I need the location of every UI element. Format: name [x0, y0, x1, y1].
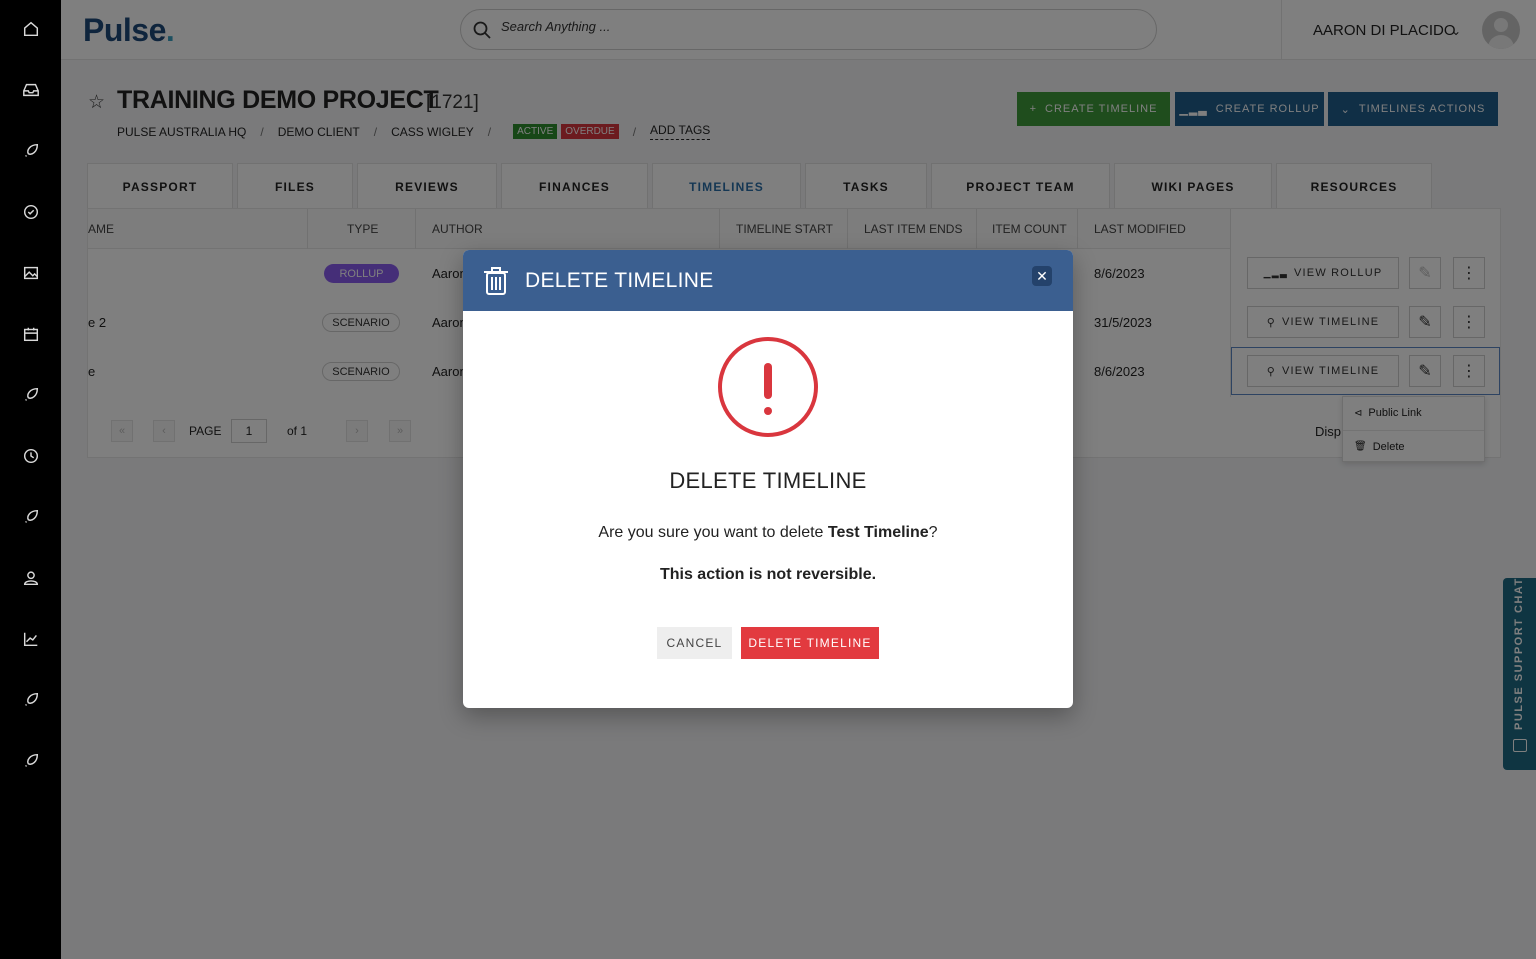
cancel-button[interactable]: CANCEL: [657, 627, 732, 659]
timeline-name: Test Timeline: [827, 524, 929, 541]
dialog-warning: This action is not reversible.: [659, 566, 877, 583]
dialog-title: DELETE TIMELINE: [525, 269, 714, 292]
delete-timeline-dialog: DELETE TIMELINE ✕ DELETE TIMELINE Are yo…: [463, 250, 1073, 708]
dialog-heading: DELETE TIMELINE: [669, 468, 867, 493]
rocket-icon[interactable]: [20, 750, 42, 772]
left-sidebar: [0, 0, 61, 959]
user-icon[interactable]: [20, 567, 42, 589]
image-icon[interactable]: [20, 262, 42, 284]
dialog-header: DELETE TIMELINE ✕: [463, 250, 1073, 311]
close-icon[interactable]: ✕: [1032, 266, 1052, 286]
calendar-icon[interactable]: [20, 323, 42, 345]
rocket-icon[interactable]: [20, 689, 42, 711]
delete-timeline-button[interactable]: DELETE TIMELINE: [741, 627, 879, 659]
home-icon[interactable]: [20, 18, 42, 40]
inbox-icon[interactable]: [20, 79, 42, 101]
clock-icon[interactable]: [20, 445, 42, 467]
trash-icon: [484, 267, 508, 295]
rocket-icon[interactable]: [20, 140, 42, 162]
rocket-icon[interactable]: [20, 384, 42, 406]
rocket-icon[interactable]: [20, 506, 42, 528]
dialog-question: Are you sure you want to delete Test Tim…: [598, 524, 938, 541]
check-circle-icon[interactable]: [20, 201, 42, 223]
chart-icon[interactable]: [20, 628, 42, 650]
warning-icon: [718, 337, 818, 437]
